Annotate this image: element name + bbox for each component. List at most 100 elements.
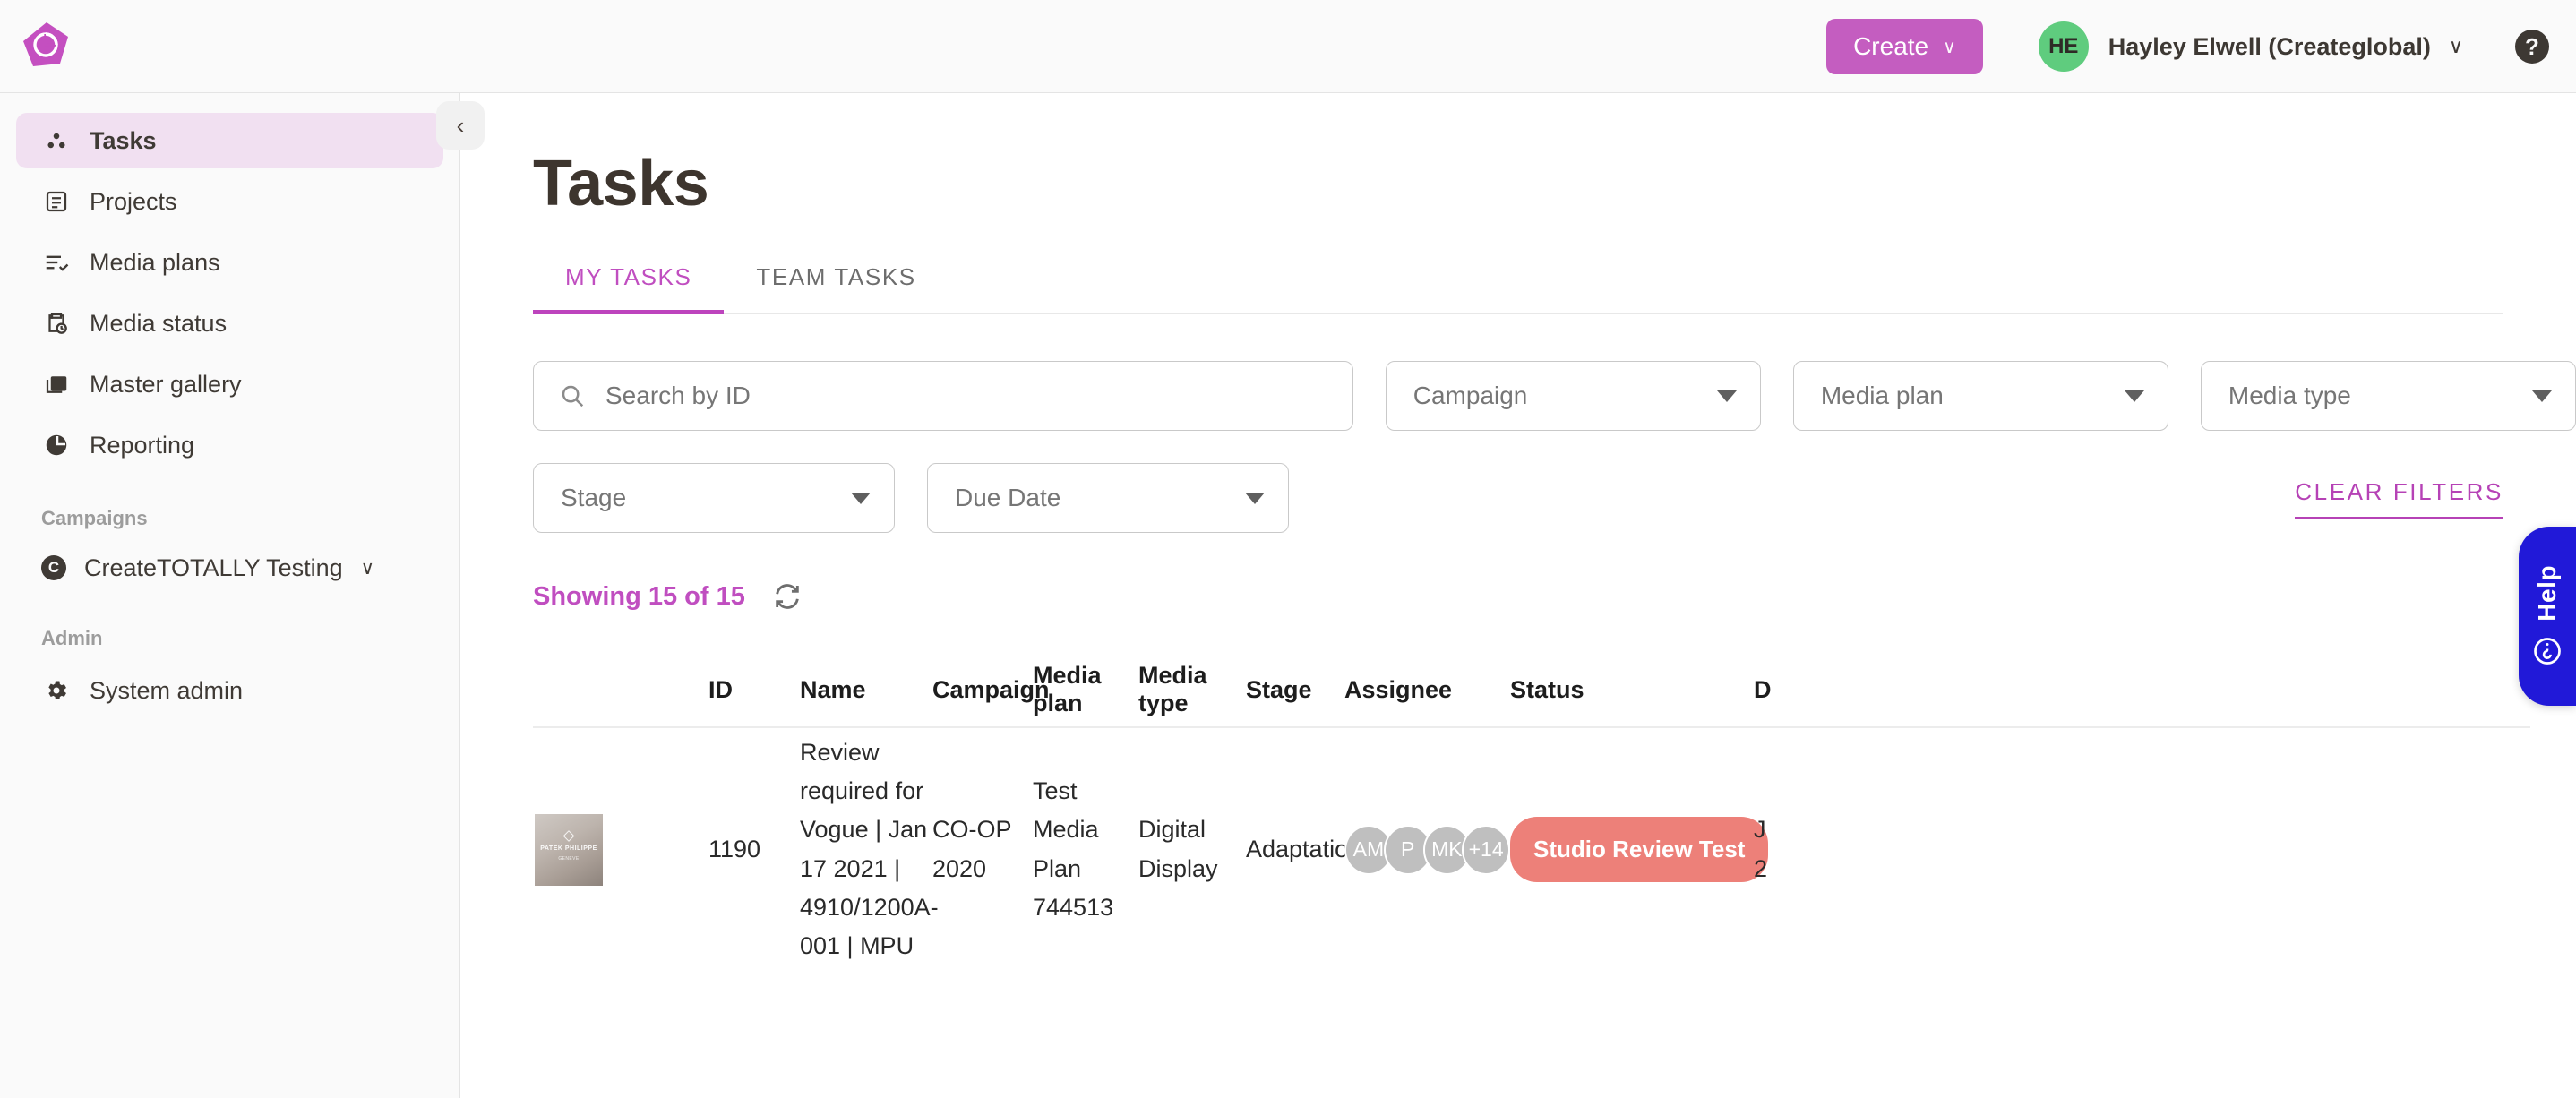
sidebar-group-admin: Admin — [41, 627, 103, 649]
filter-row-primary: Campaign Media plan Media type — [533, 361, 2576, 431]
row-assignee-cell: AM P MK +14 — [1344, 824, 1510, 875]
chevron-down-icon — [2531, 390, 2552, 402]
row-stage: Adaptation — [1246, 835, 1362, 862]
filter-row-secondary: Stage Due Date CLEAR FILTERS — [533, 463, 2503, 533]
sidebar-group-campaigns: Campaigns — [41, 507, 148, 529]
col-status: Status — [1510, 675, 1584, 703]
create-button[interactable]: Create ∨ — [1826, 19, 1983, 74]
sidebar-item-tasks[interactable]: Tasks — [16, 113, 443, 168]
row-media-plan: Test Media Plan 744513 — [1033, 777, 1114, 921]
task-thumbnail[interactable]: PATEK PHILIPPE GENEVE — [535, 813, 603, 886]
help-widget-label: Help — [2533, 564, 2561, 622]
media-plans-icon — [41, 247, 72, 278]
sidebar-item-media-plans[interactable]: Media plans — [16, 235, 443, 290]
sidebar-item-media-status[interactable]: Media status — [16, 296, 443, 351]
chevron-down-icon: ∨ — [1943, 37, 1956, 57]
filter-due-date-label: Due Date — [955, 484, 1061, 511]
row-due-date-line2: 2 — [1754, 854, 1768, 882]
assignee-avatar-overflow[interactable]: +14 — [1462, 824, 1510, 875]
question-circle-icon — [2531, 635, 2563, 667]
search-input[interactable] — [605, 382, 1304, 410]
thumbnail-brand: PATEK PHILIPPE — [540, 845, 597, 853]
avatar[interactable]: HE — [2038, 21, 2089, 72]
help-question-icon[interactable]: ? — [2515, 30, 2549, 64]
col-campaign: Campaign — [932, 675, 1050, 703]
projects-icon — [41, 186, 72, 217]
patek-emblem-icon — [562, 830, 575, 843]
chevron-down-icon — [851, 492, 871, 504]
thumbnail-brand-sub: GENEVE — [558, 855, 580, 862]
filter-media-plan-label: Media plan — [1820, 382, 1944, 409]
sidebar-campaign-createtotally-testing[interactable]: C CreateTOTALLY Testing ∨ — [41, 543, 459, 593]
col-due-date: D — [1754, 675, 1772, 703]
row-name[interactable]: Review required for Vogue | Jan 17 2021 … — [800, 733, 939, 965]
filter-media-type-label: Media type — [2228, 382, 2351, 409]
sidebar-item-label: Projects — [90, 187, 177, 215]
clear-filters-button[interactable]: CLEAR FILTERS — [2295, 478, 2503, 519]
sidebar-item-system-admin[interactable]: System admin — [16, 663, 443, 718]
results-summary-row: Showing 15 of 15 — [533, 581, 2576, 612]
row-due-date-cell: J 2 — [1754, 811, 1861, 888]
sidebar-item-label: Media status — [90, 309, 228, 337]
master-gallery-icon — [41, 369, 72, 399]
row-media-type: Digital Display — [1138, 816, 1218, 882]
sidebar-item-label: Tasks — [90, 126, 157, 154]
row-due-date-line1: J — [1754, 816, 1766, 844]
user-name: Hayley Elwell (Createglobal) — [2108, 32, 2431, 60]
search-icon — [559, 382, 586, 409]
filter-campaign-select[interactable]: Campaign — [1385, 361, 1761, 431]
sidebar-item-reporting[interactable]: Reporting — [16, 417, 443, 473]
page-title: Tasks — [533, 148, 709, 219]
filter-stage-select[interactable]: Stage — [533, 463, 895, 533]
col-name: Name — [800, 675, 866, 703]
filter-media-plan-select[interactable]: Media plan — [1792, 361, 2168, 431]
reporting-icon — [41, 430, 72, 460]
campaign-badge-icon: C — [41, 555, 66, 580]
col-stage: Stage — [1246, 675, 1312, 703]
media-status-icon — [41, 308, 72, 339]
status-badge: Studio Review Test — [1510, 816, 1769, 883]
main-content: Tasks MY TASKS TEAM TASKS Campaign Media… — [461, 93, 2576, 1098]
user-menu-chevron-down-icon[interactable]: ∨ — [2449, 35, 2463, 58]
top-bar: Create ∨ HE Hayley Elwell (Createglobal)… — [0, 0, 2576, 93]
filter-due-date-select[interactable]: Due Date — [927, 463, 1289, 533]
chevron-down-icon — [1245, 492, 1265, 504]
chevron-down-icon — [1716, 390, 1737, 402]
gear-icon — [41, 675, 72, 706]
create-button-label: Create — [1853, 32, 1929, 60]
tab-bar: MY TASKS TEAM TASKS — [533, 263, 2503, 314]
filter-stage-label: Stage — [561, 484, 627, 511]
chevron-down-icon[interactable]: ∨ — [361, 557, 374, 579]
assignee-avatar-group[interactable]: AM P MK +14 — [1344, 824, 1510, 875]
col-id: ID — [708, 675, 733, 703]
help-widget-button[interactable]: Help — [2519, 527, 2576, 706]
sidebar-item-label: Media plans — [90, 248, 220, 276]
table-row[interactable]: PATEK PHILIPPE GENEVE 1190 Review requir… — [533, 728, 2530, 965]
tab-team-tasks[interactable]: TEAM TASKS — [724, 263, 948, 313]
sidebar-item-label: Master gallery — [90, 370, 242, 398]
campaign-label: CreateTOTALLY Testing — [84, 553, 343, 581]
tasks-icon — [41, 125, 72, 156]
search-box[interactable] — [533, 361, 1353, 431]
sidebar-collapse-button[interactable]: ‹ — [436, 101, 485, 150]
createtotally-logo-icon[interactable] — [20, 20, 73, 73]
sidebar-item-label: System admin — [90, 676, 244, 704]
sidebar-item-master-gallery[interactable]: Master gallery — [16, 356, 443, 412]
col-media-plan: Media plan — [1033, 662, 1102, 716]
refresh-icon[interactable] — [772, 581, 803, 612]
sidebar-item-label: Reporting — [90, 431, 195, 459]
col-assignee: Assignee — [1344, 675, 1453, 703]
tab-my-tasks[interactable]: MY TASKS — [533, 263, 725, 314]
sidebar-item-projects[interactable]: Projects — [16, 174, 443, 229]
sidebar: ‹ Tasks Projects Media plans Media statu… — [0, 93, 485, 1098]
showing-count: Showing 15 of 15 — [533, 581, 745, 611]
col-media-type: Media type — [1138, 662, 1207, 716]
row-status-cell: Studio Review Test — [1510, 816, 1769, 883]
tasks-table: ID Name Campaign Media plan Media type S… — [533, 653, 2530, 965]
row-thumbnail-cell: PATEK PHILIPPE GENEVE — [533, 813, 708, 886]
row-id: 1190 — [708, 835, 761, 862]
chevron-down-icon — [2124, 390, 2144, 402]
filter-media-type-select[interactable]: Media type — [2200, 361, 2576, 431]
table-header-row: ID Name Campaign Media plan Media type S… — [533, 653, 2530, 728]
top-bar-right: Create ∨ HE Hayley Elwell (Createglobal)… — [1826, 0, 2549, 93]
